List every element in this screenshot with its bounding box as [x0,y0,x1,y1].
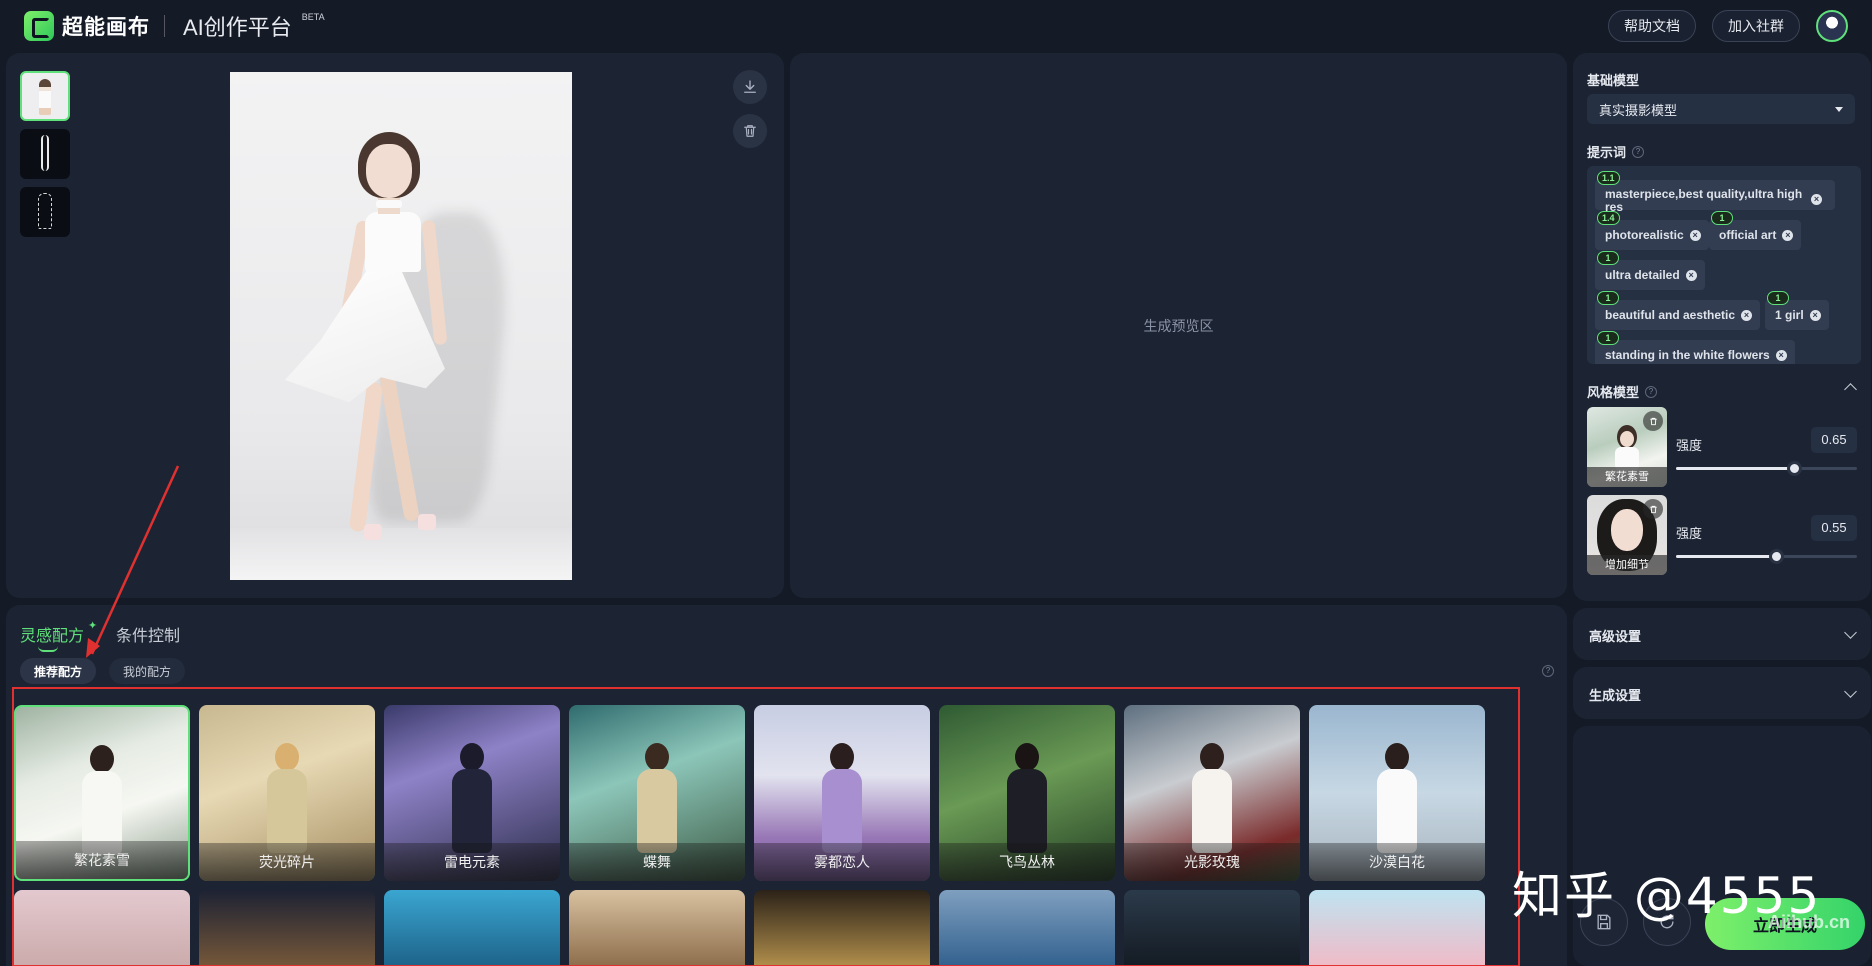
annotation-arrow [86,465,180,658]
platform-title: AI创作平台 [183,15,292,40]
advanced-settings-section[interactable]: 高级设置 [1573,608,1871,660]
prompt-tag[interactable]: 1 ultra detailed × [1595,251,1705,290]
collapse-icon[interactable] [1844,383,1857,396]
help-docs-button[interactable]: 帮助文档 [1608,10,1696,42]
trash-icon[interactable] [1643,411,1663,431]
prompt-tag[interactable]: 1 standing in the white flowers × [1595,331,1795,364]
generate-settings-label: 生成设置 [1589,688,1642,703]
user-avatar[interactable] [1816,10,1848,42]
join-community-button[interactable]: 加入社群 [1712,10,1800,42]
delete-button[interactable] [733,114,767,148]
prompt-tags[interactable]: 1.1 masterpiece,best quality,ultra high … [1587,166,1861,364]
preview-area: 生成预览区 [790,53,1567,598]
prompt-tag[interactable]: 1 1 girl × [1765,291,1829,330]
prompt-tag[interactable]: 1 official art × [1709,211,1802,250]
logo[interactable]: 超能画布 AI创作平台 BETA [24,10,325,42]
tag-weight[interactable]: 1 [1597,331,1619,345]
tag-weight[interactable]: 1.4 [1597,211,1620,225]
tag-weight[interactable]: 1 [1597,251,1619,265]
tag-text: beautiful and aesthetic [1605,308,1736,322]
thumbnail-pose[interactable] [20,129,70,179]
annotation-highlight-box [12,687,1520,966]
remove-tag-icon[interactable]: × [1741,309,1753,321]
tag-text: photorealistic [1605,228,1684,242]
logo-icon [24,11,54,41]
prompt-tag[interactable]: 1 beautiful and aesthetic × [1595,291,1761,330]
recipe-panel: 灵感配方 ✦ 条件控制 推荐配方 我的配方 ? 繁花素雪 荧光碎片 雷电元素 蝶… [6,605,1567,966]
strength-slider[interactable] [1676,549,1857,564]
base-model-select[interactable]: 真实摄影模型 [1587,94,1855,124]
info-icon[interactable]: ? [1542,665,1554,677]
tag-text: standing in the white flowers [1605,348,1770,362]
style-thumbnail[interactable]: 繁花素雪 [1587,407,1667,487]
thumbnail-lineart[interactable] [20,187,70,237]
beta-badge: BETA [301,12,325,22]
prompt-tag[interactable]: 1.1 masterpiece,best quality,ultra high … [1595,171,1835,214]
trash-icon[interactable] [1643,499,1663,519]
remove-tag-icon[interactable]: × [1775,349,1787,361]
tag-weight[interactable]: 1 [1597,291,1619,305]
remove-tag-icon[interactable]: × [1685,269,1697,281]
preview-placeholder: 生成预览区 [1143,317,1214,334]
info-icon[interactable]: ? [1632,145,1645,158]
base-model-label: 基础模型 [1587,73,1640,88]
tag-text: 1 girl [1775,308,1804,322]
remove-tag-icon[interactable]: × [1811,194,1822,205]
tag-weight[interactable]: 1 [1711,211,1733,225]
strength-input[interactable]: 0.55 [1811,515,1857,541]
source-thumbnails [20,71,70,237]
tag-weight[interactable]: 1 [1767,291,1789,305]
tag-text: masterpiece,best quality,ultra high res [1605,187,1803,214]
prompt-label: 提示词 ? [1587,142,1645,161]
brand-name: 超能画布 [62,16,150,39]
remove-tag-icon[interactable]: × [1689,229,1701,241]
tag-text: ultra detailed [1605,268,1680,282]
generate-settings-section[interactable]: 生成设置 [1573,667,1871,719]
chevron-down-icon [1844,626,1857,639]
style-model-item: 增加细节 强度 0.55 [1587,495,1857,575]
strength-input[interactable]: 0.65 [1811,427,1857,453]
thumbnail-original[interactable] [20,71,70,121]
style-model-item: 繁花素雪 强度 0.65 [1587,407,1857,487]
trash-icon [744,125,756,137]
slider-handle[interactable] [1768,549,1784,564]
base-model-value: 真实摄影模型 [1599,102,1678,118]
tag-text: official art [1719,228,1777,242]
top-bar: 超能画布 AI创作平台 BETA 帮助文档 加入社群 [0,0,1872,52]
strength-label: 强度 [1676,438,1703,453]
strength-label: 强度 [1676,526,1703,541]
style-name: 增加细节 [1587,555,1667,575]
remove-tag-icon[interactable]: × [1809,309,1821,321]
advanced-settings-label: 高级设置 [1589,629,1642,644]
source-image [230,72,572,580]
caret-down-icon [1835,106,1843,112]
tag-weight[interactable]: 1.1 [1597,171,1620,185]
style-thumbnail[interactable]: 增加细节 [1587,495,1667,575]
watermark-url: Aiihub.cn [1768,912,1850,932]
divider [164,15,165,37]
download-icon [744,80,756,93]
tab-inspiration[interactable]: 灵感配方 [20,622,84,652]
prompt-tag[interactable]: 1.4 photorealistic × [1595,211,1709,250]
chevron-down-icon [1844,685,1857,698]
remove-tag-icon[interactable]: × [1782,229,1794,241]
style-model-label: 风格模型 ? [1587,382,1658,401]
settings-panel: 基础模型 真实摄影模型 提示词 ? 1.1 masterpiece,best q… [1573,53,1871,601]
slider-handle[interactable] [1786,461,1802,476]
info-icon[interactable]: ? [1645,385,1658,398]
download-button[interactable] [733,70,767,104]
strength-slider[interactable] [1676,461,1857,476]
style-name: 繁花素雪 [1587,467,1667,487]
